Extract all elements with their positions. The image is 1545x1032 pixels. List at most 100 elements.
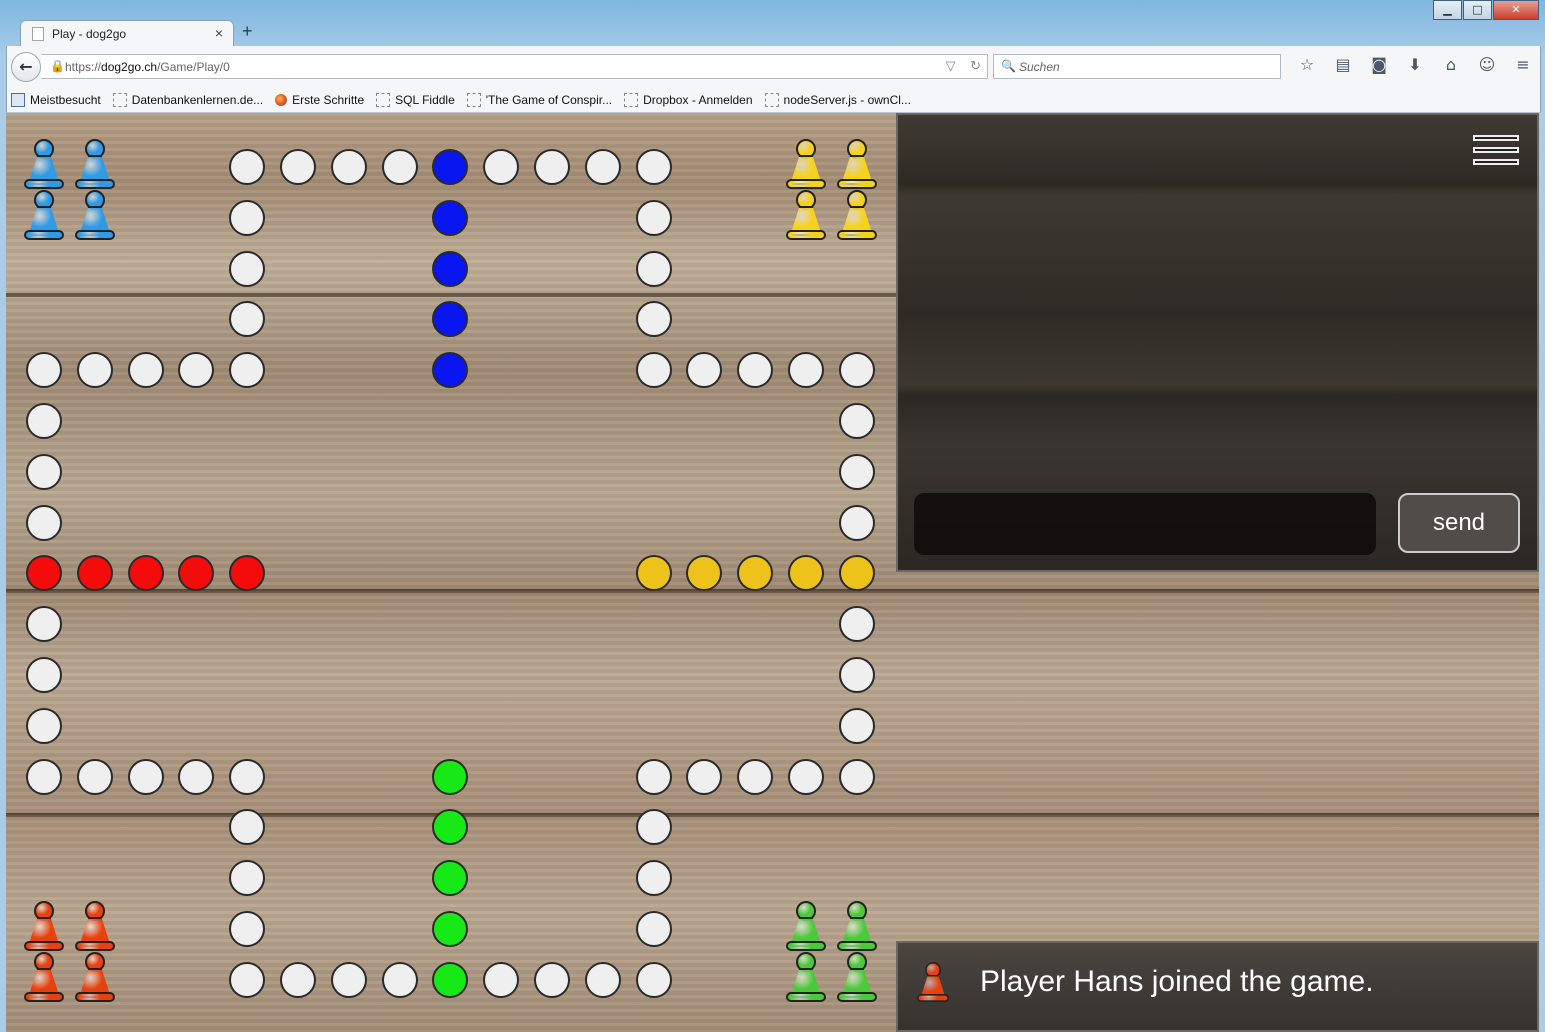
peg-yellow-piece[interactable] [786, 190, 826, 240]
peg-green-piece[interactable] [837, 952, 877, 1002]
board-hole-blue[interactable] [432, 352, 468, 388]
board-hole[interactable] [636, 759, 672, 795]
board-hole[interactable] [636, 962, 672, 998]
board-hole[interactable] [331, 149, 367, 185]
board-hole[interactable] [178, 352, 214, 388]
board-hole[interactable] [229, 352, 265, 388]
peg-red-piece[interactable] [24, 901, 64, 951]
peg-green-piece[interactable] [786, 952, 826, 1002]
peg-yellow-piece[interactable] [786, 139, 826, 189]
bookmark-item[interactable]: Datenbankenlernen.de... [112, 93, 263, 107]
board-hole[interactable] [737, 352, 773, 388]
board-hole[interactable] [839, 454, 875, 490]
board-hole[interactable] [686, 759, 722, 795]
bookmark-item[interactable]: Erste Schritte [275, 93, 364, 107]
board-hole[interactable] [26, 759, 62, 795]
board-hole-red[interactable] [229, 555, 265, 591]
board-hole[interactable] [737, 759, 773, 795]
bookmark-item[interactable]: nodeServer.js - ownCl... [764, 93, 911, 107]
board-hole-green[interactable] [432, 911, 468, 947]
download-icon[interactable]: ⬇ [1397, 55, 1433, 77]
board-hole[interactable] [839, 403, 875, 439]
board-hole[interactable] [636, 251, 672, 287]
board-hole[interactable] [686, 352, 722, 388]
board-hole[interactable] [178, 759, 214, 795]
minimize-button[interactable]: ▁ [1433, 0, 1462, 20]
peg-blue-piece[interactable] [75, 190, 115, 240]
board-hole[interactable] [128, 352, 164, 388]
board-hole[interactable] [839, 606, 875, 642]
board-hole[interactable] [636, 911, 672, 947]
board-hole-green[interactable] [432, 759, 468, 795]
board-hole[interactable] [229, 149, 265, 185]
board-hole[interactable] [229, 860, 265, 896]
board-hole-green[interactable] [432, 962, 468, 998]
board-hole[interactable] [839, 657, 875, 693]
back-button[interactable]: ← [11, 52, 41, 82]
board-hole[interactable] [839, 505, 875, 541]
peg-green-piece[interactable] [786, 901, 826, 951]
board-hole[interactable] [77, 352, 113, 388]
board-hole[interactable] [788, 759, 824, 795]
chat-input[interactable] [914, 493, 1376, 555]
chat-icon[interactable]: ☺ [1469, 55, 1505, 77]
board-hole[interactable] [382, 962, 418, 998]
board-hole-blue[interactable] [432, 200, 468, 236]
board-hole[interactable] [483, 962, 519, 998]
board-hole[interactable] [585, 149, 621, 185]
board-hole[interactable] [26, 505, 62, 541]
new-tab-button[interactable]: + [242, 21, 253, 42]
board-hole-red[interactable] [128, 555, 164, 591]
board-hole[interactable] [229, 809, 265, 845]
peg-yellow-piece[interactable] [837, 190, 877, 240]
board-hole[interactable] [280, 962, 316, 998]
board-hole-blue[interactable] [432, 301, 468, 337]
board-hole-green[interactable] [432, 809, 468, 845]
board-hole[interactable] [636, 149, 672, 185]
board-hole[interactable] [26, 352, 62, 388]
board-hole[interactable] [839, 759, 875, 795]
board-hole[interactable] [331, 962, 367, 998]
board-hole[interactable] [229, 251, 265, 287]
bookmark-item[interactable]: Meistbesucht [11, 93, 101, 107]
close-tab-icon[interactable]: × [215, 25, 223, 41]
peg-red-piece[interactable] [75, 901, 115, 951]
board-hole-yellow[interactable] [788, 555, 824, 591]
board-hole[interactable] [636, 860, 672, 896]
board-hole[interactable] [128, 759, 164, 795]
board-hole-red[interactable] [178, 555, 214, 591]
peg-red-piece[interactable] [24, 952, 64, 1002]
peg-blue-piece[interactable] [75, 139, 115, 189]
bookmark-item[interactable]: Dropbox - Anmelden [624, 93, 753, 107]
board-hole[interactable] [26, 708, 62, 744]
address-bar[interactable]: 🔒 https://dog2go.ch/Game/Play/0 ▽ ↻ [41, 54, 988, 79]
board-hole-blue[interactable] [432, 149, 468, 185]
board-hole[interactable] [77, 759, 113, 795]
board-hole[interactable] [585, 962, 621, 998]
board-hole[interactable] [636, 352, 672, 388]
board-hole[interactable] [229, 911, 265, 947]
bookmark-item[interactable]: SQL Fiddle [376, 93, 455, 107]
home-icon[interactable]: ⌂ [1433, 55, 1469, 77]
board-hole[interactable] [382, 149, 418, 185]
board-hole[interactable] [229, 962, 265, 998]
board-hole[interactable] [26, 454, 62, 490]
send-button[interactable]: send [1398, 493, 1520, 553]
url-dropdown-reload[interactable]: ▽ ↻ [946, 58, 981, 74]
bookmark-star-icon[interactable]: ☆ [1289, 55, 1325, 77]
board-hole[interactable] [636, 301, 672, 337]
board-hole[interactable] [534, 149, 570, 185]
reading-list-icon[interactable]: ▤ [1325, 55, 1361, 77]
pocket-icon[interactable]: ◙ [1361, 55, 1397, 77]
peg-yellow-piece[interactable] [837, 139, 877, 189]
bookmark-item[interactable]: 'The Game of Conspir... [466, 93, 612, 107]
board-hole-red[interactable] [77, 555, 113, 591]
board-hole[interactable] [229, 301, 265, 337]
board-hole-green[interactable] [432, 860, 468, 896]
close-window-button[interactable]: ✕ [1493, 0, 1539, 20]
board-hole[interactable] [788, 352, 824, 388]
board-hole[interactable] [534, 962, 570, 998]
board-hole[interactable] [280, 149, 316, 185]
board-hole[interactable] [229, 200, 265, 236]
board-hole-yellow[interactable] [636, 555, 672, 591]
